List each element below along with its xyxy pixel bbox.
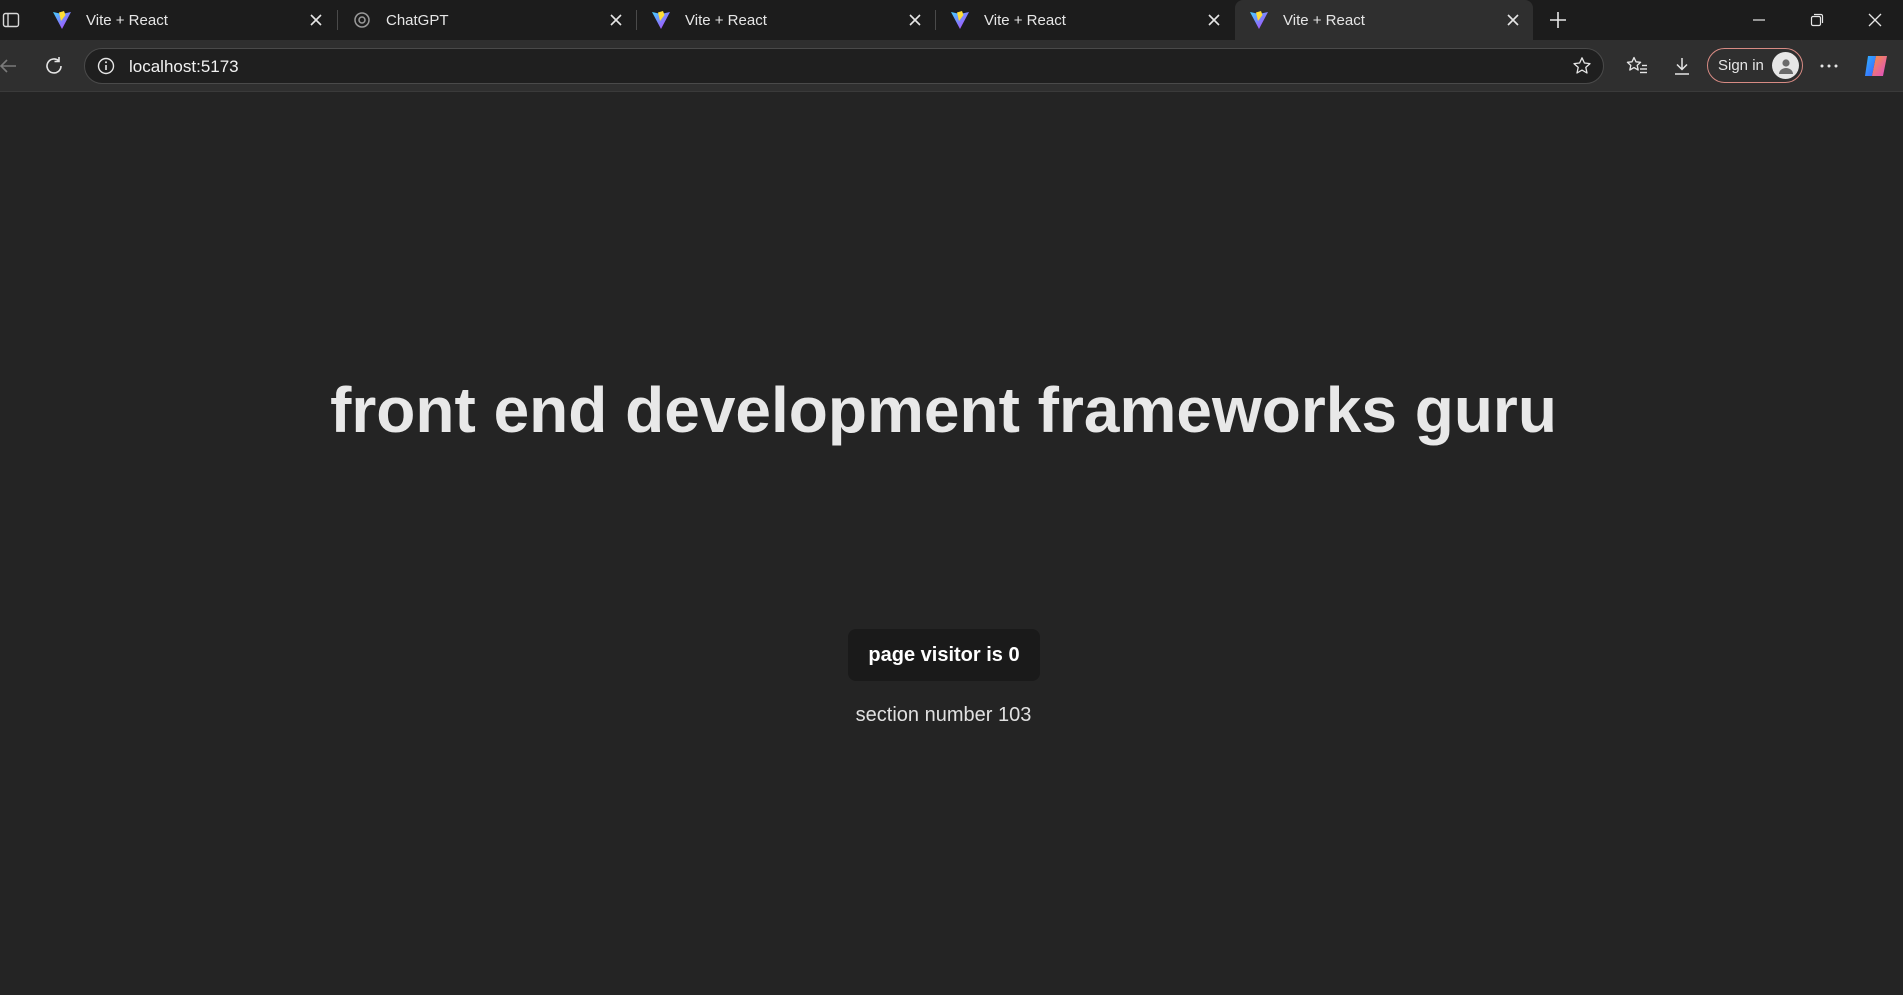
close-icon[interactable] (604, 8, 628, 32)
page-content: front end development frameworks guru pa… (0, 92, 1900, 995)
page-heading: front end development frameworks guru (330, 374, 1557, 446)
tab-vite-react-3[interactable]: Vite + React (936, 0, 1234, 40)
browser-toolbar: Sign in (0, 40, 1903, 92)
sign-in-button[interactable]: Sign in (1707, 48, 1803, 83)
tab-strip: Vite + React ChatGPT Vite + React Vite +… (0, 0, 1903, 40)
vite-icon (652, 11, 670, 29)
new-tab-plus-icon[interactable] (1544, 6, 1572, 34)
tab-title: Vite + React (984, 11, 1066, 29)
sign-in-label: Sign in (1718, 57, 1764, 74)
vite-icon (1250, 11, 1268, 29)
window-close-icon[interactable] (1847, 0, 1903, 40)
url-input[interactable] (127, 49, 1531, 85)
page-visitor-button[interactable]: page visitor is 0 (848, 629, 1040, 681)
tab-title: ChatGPT (386, 11, 449, 29)
restore-icon[interactable] (1789, 0, 1845, 40)
close-icon[interactable] (304, 8, 328, 32)
tab-title: Vite + React (1283, 11, 1365, 29)
refresh-icon[interactable] (40, 52, 68, 80)
tab-chatgpt[interactable]: ChatGPT (338, 0, 636, 40)
chatgpt-icon (354, 12, 370, 28)
close-icon[interactable] (903, 8, 927, 32)
back-arrow-icon[interactable] (0, 52, 22, 80)
minimize-icon[interactable] (1731, 0, 1787, 40)
tab-title: Vite + React (685, 11, 767, 29)
copilot-icon[interactable] (1862, 52, 1890, 80)
site-info-icon[interactable] (95, 55, 117, 77)
vite-icon (951, 11, 969, 29)
download-icon[interactable] (1668, 52, 1696, 80)
favorites-list-icon[interactable] (1623, 52, 1651, 80)
close-icon[interactable] (1501, 8, 1525, 32)
favorite-star-icon[interactable] (1571, 55, 1593, 77)
tab-vite-react-1[interactable]: Vite + React (38, 0, 336, 40)
section-number-text: section number 103 (855, 704, 1032, 726)
vite-icon (53, 11, 71, 29)
avatar-icon (1772, 52, 1799, 79)
close-icon[interactable] (1202, 8, 1226, 32)
sidebar-toggle-icon[interactable] (0, 8, 22, 32)
tab-vite-react-2[interactable]: Vite + React (637, 0, 935, 40)
tab-title: Vite + React (86, 11, 168, 29)
tab-vite-react-active[interactable]: Vite + React (1235, 0, 1533, 40)
address-bar[interactable] (84, 48, 1604, 85)
more-options-icon[interactable] (1815, 52, 1843, 80)
